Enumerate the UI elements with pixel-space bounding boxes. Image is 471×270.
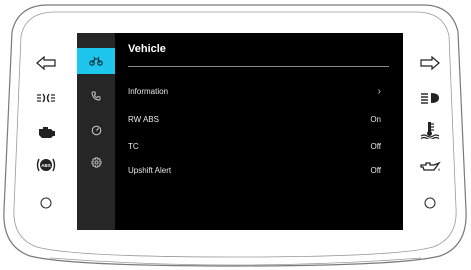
title-divider bbox=[128, 66, 389, 67]
abs-icon: ABS bbox=[34, 155, 58, 175]
menu-item-upshift-alert[interactable]: Upshift Alert Off bbox=[128, 162, 381, 178]
right-arrow-icon bbox=[418, 53, 442, 73]
sidebar-item-settings[interactable] bbox=[77, 149, 115, 175]
svg-text:ABS: ABS bbox=[41, 163, 51, 168]
page-title: Vehicle bbox=[128, 43, 166, 55]
high-beam-icon bbox=[418, 88, 442, 108]
sidebar-item-phone[interactable] bbox=[77, 83, 115, 109]
engine-check-icon bbox=[34, 122, 58, 142]
menu-item-information[interactable]: Information › bbox=[128, 83, 381, 99]
phone-icon bbox=[91, 91, 101, 101]
left-arrow-icon bbox=[34, 53, 58, 73]
position-lights-icon bbox=[34, 88, 58, 108]
display-screen: Vehicle Information › RW ABS On TC Off U… bbox=[77, 33, 403, 230]
menu-item-rw-abs[interactable]: RW ABS On bbox=[128, 111, 381, 127]
menu-item-tc[interactable]: TC Off bbox=[128, 138, 381, 154]
gear-icon bbox=[91, 156, 101, 168]
menu-item-label: Information bbox=[128, 86, 169, 96]
sidebar-item-vehicle[interactable] bbox=[77, 48, 115, 74]
menu-item-value: Off bbox=[370, 165, 381, 175]
content-panel: Vehicle Information › RW ABS On TC Off U… bbox=[115, 33, 403, 230]
oil-pressure-icon bbox=[418, 157, 442, 177]
motorcycle-icon bbox=[89, 56, 103, 66]
sidebar-item-gauge[interactable] bbox=[77, 117, 115, 143]
home-button-icon[interactable] bbox=[34, 193, 58, 213]
menu-item-label: TC bbox=[128, 141, 139, 151]
function-button-icon[interactable] bbox=[418, 193, 442, 213]
menu-item-value: Off bbox=[370, 141, 381, 151]
menu-item-label: RW ABS bbox=[128, 114, 159, 124]
sidebar bbox=[77, 33, 115, 230]
menu-item-label: Upshift Alert bbox=[128, 165, 172, 175]
chevron-right-icon: › bbox=[377, 85, 381, 97]
coolant-temp-icon bbox=[418, 120, 442, 140]
menu-item-value: On bbox=[370, 114, 381, 124]
gauge-icon bbox=[91, 125, 101, 135]
